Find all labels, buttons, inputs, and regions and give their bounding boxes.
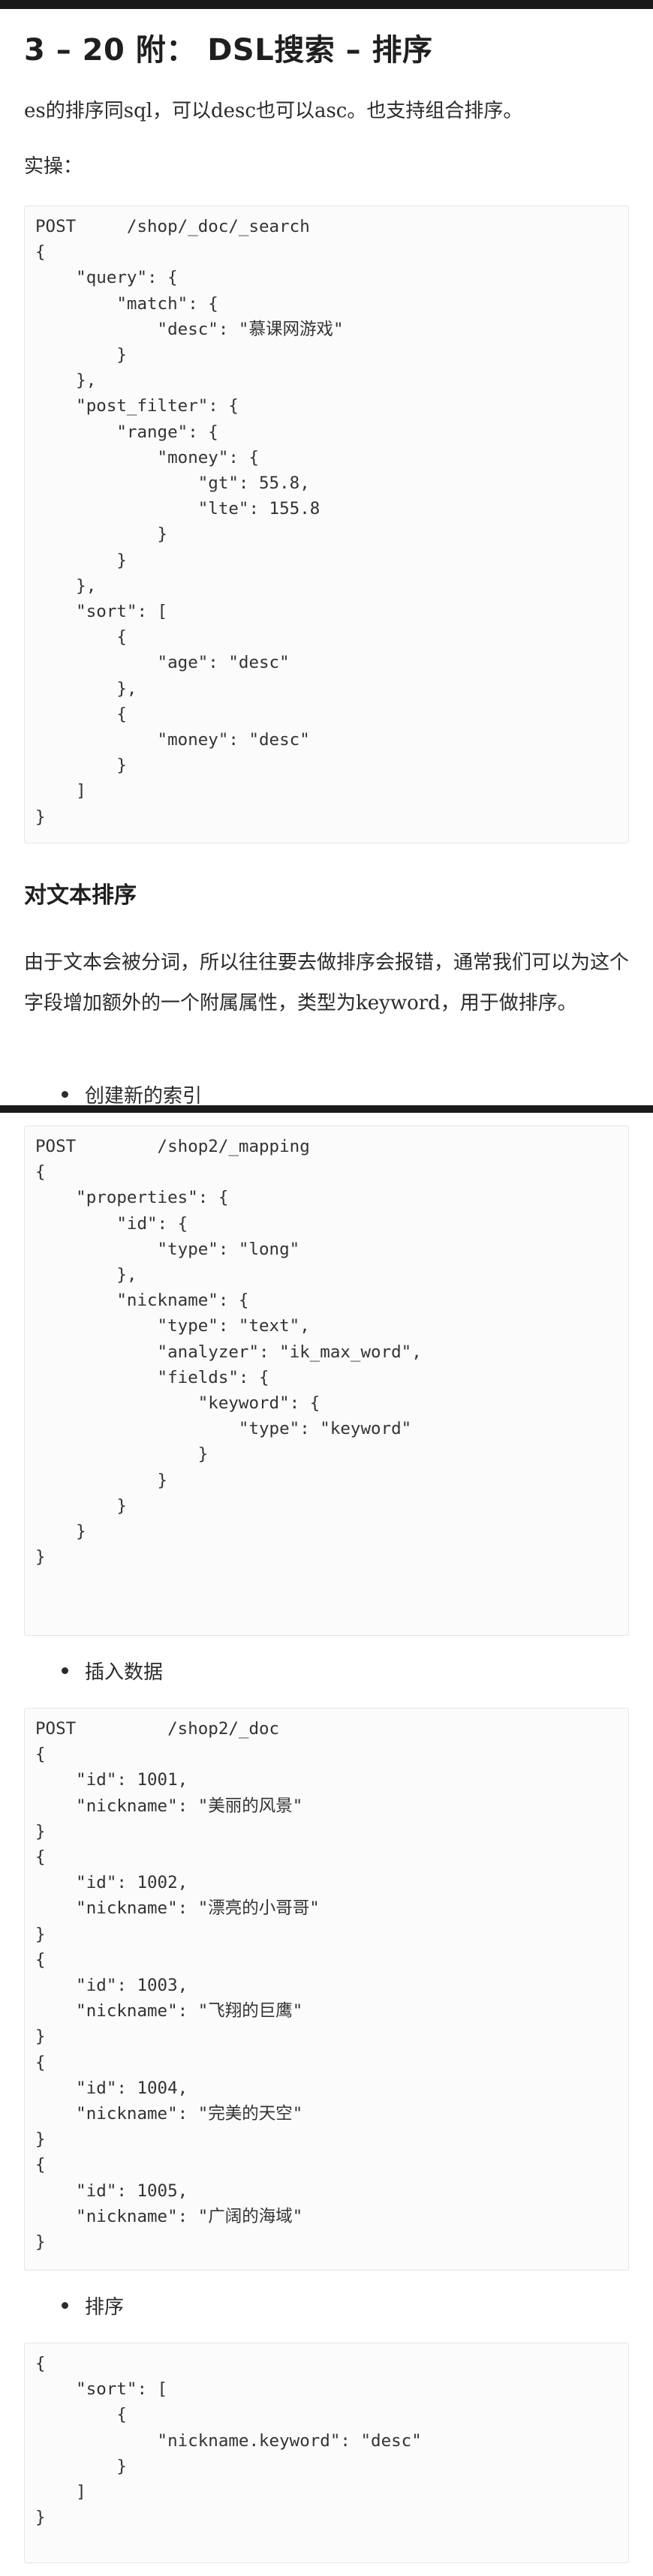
code-text: POST /shop/_doc/_search { "query": { "ma… [35, 217, 344, 827]
code-block-mapping[interactable]: POST /shop2/_mapping { "properties": { "… [24, 1126, 629, 1636]
list-item-label: 排序 [85, 2296, 125, 2319]
list-item-sort: 排序 [62, 2292, 124, 2319]
list-item-label: 创建新的索引 [85, 1085, 203, 1108]
section-title-text-sort: 对文本排序 [24, 882, 137, 909]
bullet-icon [62, 2302, 68, 2309]
list-item-insert-data: 插入数据 [62, 1657, 163, 1685]
code-text: { "sort": [ { "nickname.keyword": "desc"… [35, 2354, 422, 2528]
intro-paragraph: es的排序同sql，可以desc也可以asc。也支持组合排序。 [24, 100, 523, 122]
list-item-create-index: 创建新的索引 [62, 1081, 202, 1108]
code-text: POST /shop2/_doc { "id": 1001, "nickname… [35, 1719, 320, 2253]
practice-label: 实操： [24, 155, 83, 178]
code-text: POST /shop2/_mapping { "properties": { "… [35, 1137, 422, 1568]
bullet-icon [62, 1091, 68, 1098]
code-block-sort[interactable]: { "sort": [ { "nickname.keyword": "desc"… [24, 2343, 629, 2563]
code-block-insert[interactable]: POST /shop2/_doc { "id": 1001, "nickname… [24, 1708, 629, 2271]
bullet-icon [62, 1667, 68, 1674]
page-title: 3 – 20 附： DSL搜索 – 排序 [24, 33, 433, 68]
text-sort-paragraph: 由于文本会被分词，所以往往要去做排序会报错，通常我们可以为这个字段增加额外的一个… [24, 951, 630, 1014]
top-divider-bar [0, 0, 653, 9]
middle-divider-bar [0, 1105, 653, 1113]
list-item-label: 插入数据 [85, 1661, 164, 1684]
code-block-search-sort[interactable]: POST /shop/_doc/_search { "query": { "ma… [24, 206, 629, 843]
